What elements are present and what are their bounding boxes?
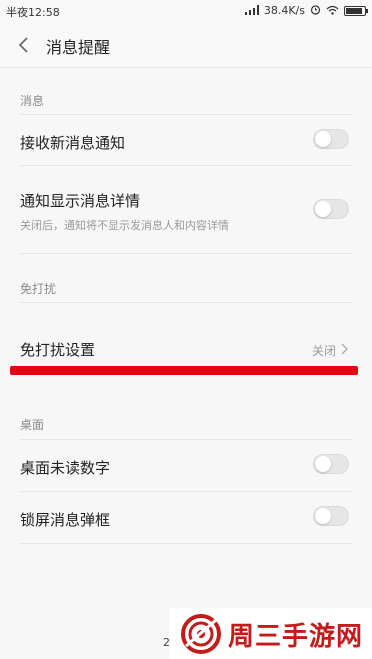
notification-detail-toggle[interactable] [313, 199, 349, 219]
title-bar: 消息提醒 [0, 22, 372, 68]
divider [20, 302, 352, 303]
desktop-unread-toggle[interactable] [313, 454, 349, 474]
notification-detail-row[interactable]: 通知显示消息详情 关闭后，通知将不显示发消息人和内容详情 [0, 166, 372, 252]
back-arrow-icon[interactable] [16, 35, 34, 55]
notification-detail-desc: 关闭后，通知将不显示发消息人和内容详情 [20, 219, 229, 232]
battery-icon [344, 6, 368, 16]
status-bar: 半夜12:58 38.4K/s [0, 0, 372, 22]
net-speed: 38.4K/s [263, 4, 305, 17]
receive-notifications-row[interactable]: 接收新消息通知 [0, 115, 372, 165]
red-underline-annotation [10, 366, 358, 375]
receive-notifications-label: 接收新消息通知 [20, 134, 126, 152]
status-time: 半夜12:58 [6, 6, 60, 19]
chevron-right-icon [340, 341, 350, 355]
site-watermark: 周三手游网 [170, 608, 372, 659]
divider [20, 543, 352, 544]
notification-detail-label: 通知显示消息详情 [20, 192, 141, 210]
lockscreen-popup-toggle[interactable] [313, 506, 349, 526]
page-number-fragment: 2 [163, 636, 170, 649]
section-header-desktop: 桌面 [20, 418, 45, 432]
wifi-icon [326, 5, 339, 18]
lockscreen-popup-row[interactable]: 锁屏消息弹框 [0, 492, 372, 542]
signal-icon [244, 4, 259, 18]
alarm-icon [310, 4, 321, 18]
section-header-dnd: 免打扰 [20, 282, 57, 296]
watermark-text: 周三手游网 [228, 622, 364, 652]
desktop-unread-row[interactable]: 桌面未读数字 [0, 440, 372, 490]
page-title: 消息提醒 [46, 38, 111, 57]
dnd-settings-value: 关闭 [311, 344, 336, 358]
desktop-unread-label: 桌面未读数字 [20, 459, 111, 477]
receive-notifications-toggle[interactable] [313, 129, 349, 149]
dnd-settings-label: 免打扰设置 [20, 341, 96, 359]
section-header-messages: 消息 [20, 94, 45, 108]
divider [20, 253, 352, 254]
status-icons: 38.4K/s [244, 4, 368, 18]
site-logo-icon [181, 614, 221, 654]
lockscreen-popup-label: 锁屏消息弹框 [20, 511, 111, 529]
